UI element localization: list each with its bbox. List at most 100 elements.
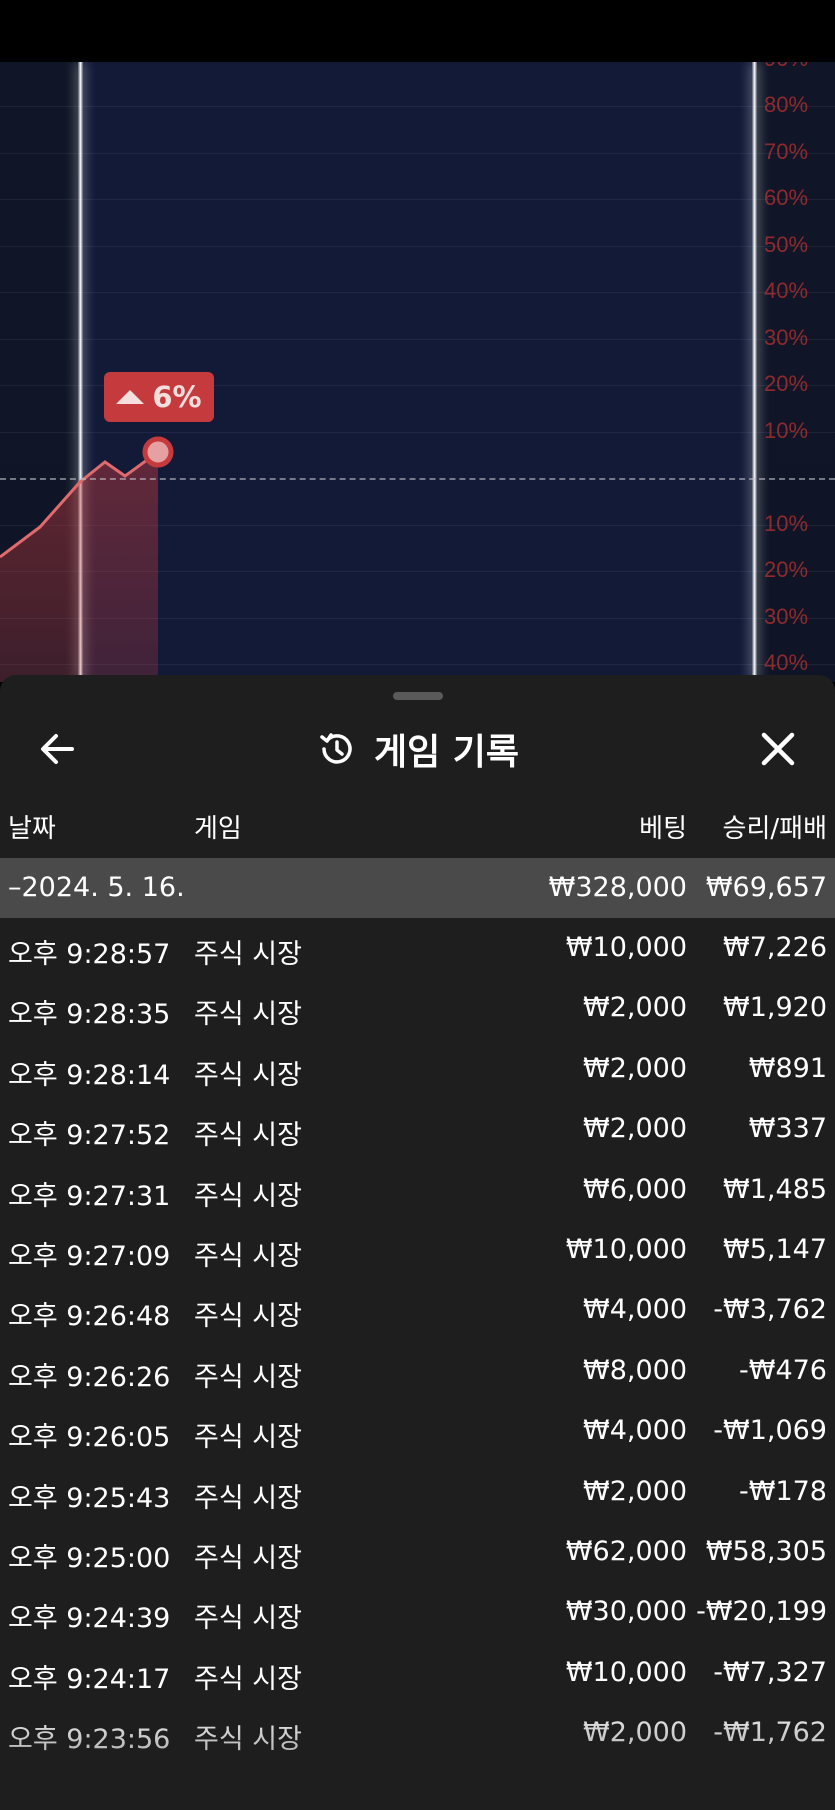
row-game: 주식 시장 — [194, 1120, 302, 1152]
row-bet: ₩10,000 — [565, 1656, 687, 1688]
row-result: ₩337 — [748, 1113, 827, 1145]
row-bet: ₩2,000 — [583, 992, 687, 1024]
col-game: 게임 — [194, 814, 242, 844]
row-result: ₩7,226 — [723, 932, 827, 963]
col-bet: 베팅 — [639, 814, 687, 844]
sheet-header: 게임 기록 — [0, 713, 835, 785]
row-bet: ₩2,000 — [583, 1113, 687, 1145]
row-result: -₩7,327 — [713, 1656, 827, 1688]
row-result: -₩1,762 — [713, 1717, 827, 1749]
row-bet: ₩6,000 — [583, 1173, 687, 1205]
y-tick-label: 30% — [764, 603, 809, 629]
history-icon — [320, 733, 352, 764]
row-time: 오후 9:28:14 — [8, 1059, 171, 1091]
row-result: ₩58,305 — [705, 1536, 827, 1567]
col-result: 승리/패배 — [722, 814, 827, 844]
row-time: 오후 9:25:43 — [8, 1482, 171, 1514]
row-time: 오후 9:27:09 — [8, 1241, 171, 1272]
status-bar — [0, 0, 835, 62]
y-tick-label: 90% — [764, 62, 808, 72]
row-bet: ₩62,000 — [565, 1536, 687, 1567]
row-game: 주식 시장 — [194, 1482, 302, 1514]
row-time: 오후 9:28:35 — [8, 999, 171, 1031]
history-row[interactable]: 오후 9:27:52 주식 시장 ₩2,000 ₩337 — [0, 1099, 835, 1159]
history-row[interactable]: 오후 9:25:00 주식 시장 ₩62,000 ₩58,305 — [0, 1522, 835, 1582]
price-chart: 6% 90% 80% 70% 60% 50% 40% 30% 20% 10% 10% 20% 30% 4… — [0, 62, 835, 682]
sheet-title: 게임 기록 — [373, 732, 519, 773]
row-time: 오후 9:27:31 — [8, 1180, 171, 1212]
row-bet: ₩8,000 — [583, 1354, 687, 1386]
row-game: 주식 시장 — [194, 1241, 302, 1272]
day-date: –2024. 5. 16. — [8, 872, 185, 903]
row-bet: ₩2,000 — [583, 1052, 687, 1084]
col-date: 날짜 — [8, 814, 56, 844]
day-summary-row[interactable]: –2024. 5. 16. ₩328,000 ₩69,657 — [0, 858, 835, 918]
row-bet: ₩2,000 — [583, 1475, 687, 1507]
y-tick-label: 10% — [764, 510, 809, 536]
row-time: 오후 9:24:17 — [8, 1663, 171, 1695]
row-bet: ₩2,000 — [583, 1717, 687, 1749]
history-row[interactable]: 오후 9:28:14 주식 시장 ₩2,000 ₩891 — [0, 1039, 835, 1099]
row-game: 주식 시장 — [194, 1422, 302, 1454]
row-result: ₩1,485 — [723, 1173, 827, 1205]
history-row[interactable]: 오후 9:24:39 주식 시장 ₩30,000 -₩20,199 — [0, 1582, 835, 1642]
change-value: 6% — [152, 380, 202, 414]
close-icon — [761, 732, 795, 766]
history-row[interactable]: 오후 9:26:48 주식 시장 ₩4,000 -₩3,762 — [0, 1280, 835, 1340]
game-history-sheet: 게임 기록 날짜 게임 베팅 승리/패배 –2024. 5. 16. ₩328,… — [0, 675, 835, 1810]
row-time: 오후 9:24:39 — [8, 1603, 171, 1635]
history-row[interactable]: 오후 9:24:17 주식 시장 ₩10,000 -₩7,327 — [0, 1643, 835, 1703]
row-time: 오후 9:25:00 — [8, 1543, 171, 1574]
row-bet: ₩10,000 — [565, 932, 687, 963]
history-row[interactable]: 오후 9:28:57 주식 시장 ₩10,000 ₩7,226 — [0, 918, 835, 978]
row-result: -₩20,199 — [696, 1596, 827, 1628]
drag-handle[interactable] — [393, 692, 443, 700]
row-time: 오후 9:26:26 — [8, 1361, 171, 1393]
day-bet-total: ₩328,000 — [548, 872, 687, 903]
row-game: 주식 시장 — [194, 939, 302, 970]
row-time: 오후 9:28:57 — [8, 939, 171, 970]
row-time: 오후 9:27:52 — [8, 1120, 171, 1152]
row-time: 오후 9:26:48 — [8, 1301, 171, 1333]
row-bet: ₩10,000 — [565, 1234, 687, 1265]
history-row[interactable]: 오후 9:25:43 주식 시장 ₩2,000 -₩178 — [0, 1462, 835, 1522]
history-row[interactable]: 오후 9:27:09 주식 시장 ₩10,000 ₩5,147 — [0, 1220, 835, 1280]
y-tick-label: 40% — [764, 650, 809, 675]
history-row[interactable]: 오후 9:27:31 주식 시장 ₩6,000 ₩1,485 — [0, 1160, 835, 1220]
row-time: 오후 9:23:56 — [8, 1724, 171, 1756]
y-tick-label: 60% — [764, 185, 809, 210]
row-bet: ₩4,000 — [583, 1415, 687, 1447]
row-result: -₩178 — [739, 1475, 827, 1507]
history-row[interactable]: 오후 9:23:56 주식 시장 ₩2,000 -₩1,762 — [0, 1703, 835, 1763]
row-result: ₩891 — [748, 1052, 827, 1084]
row-game: 주식 시장 — [194, 1543, 302, 1574]
baseline — [0, 478, 835, 480]
row-game: 주식 시장 — [194, 1361, 302, 1393]
y-tick-label: 40% — [764, 278, 809, 303]
row-result: ₩5,147 — [723, 1234, 827, 1265]
y-tick-label: 50% — [764, 231, 809, 257]
row-game: 주식 시장 — [194, 1724, 302, 1756]
row-game: 주식 시장 — [194, 1301, 302, 1333]
y-tick-label: 30% — [764, 324, 809, 350]
price-point — [142, 436, 174, 468]
y-tick-label: 10% — [764, 417, 809, 443]
row-result: -₩476 — [739, 1354, 827, 1386]
up-triangle-icon — [116, 390, 145, 404]
y-tick-label: 20% — [764, 371, 809, 396]
row-result: ₩1,920 — [723, 992, 827, 1024]
y-tick-label: 70% — [764, 138, 809, 164]
y-tick-label: 80% — [764, 92, 809, 117]
history-row[interactable]: 오후 9:26:05 주식 시장 ₩4,000 -₩1,069 — [0, 1401, 835, 1461]
close-button[interactable] — [754, 725, 802, 773]
history-row[interactable]: 오후 9:26:26 주식 시장 ₩8,000 -₩476 — [0, 1341, 835, 1401]
row-game: 주식 시장 — [194, 999, 302, 1031]
row-result: -₩1,069 — [713, 1415, 827, 1447]
row-game: 주식 시장 — [194, 1663, 302, 1695]
history-row[interactable]: 오후 9:28:35 주식 시장 ₩2,000 ₩1,920 — [0, 978, 835, 1038]
row-game: 주식 시장 — [194, 1059, 302, 1091]
row-game: 주식 시장 — [194, 1180, 302, 1212]
change-badge: 6% — [104, 372, 214, 422]
row-result: -₩3,762 — [713, 1294, 827, 1326]
row-game: 주식 시장 — [194, 1603, 302, 1635]
